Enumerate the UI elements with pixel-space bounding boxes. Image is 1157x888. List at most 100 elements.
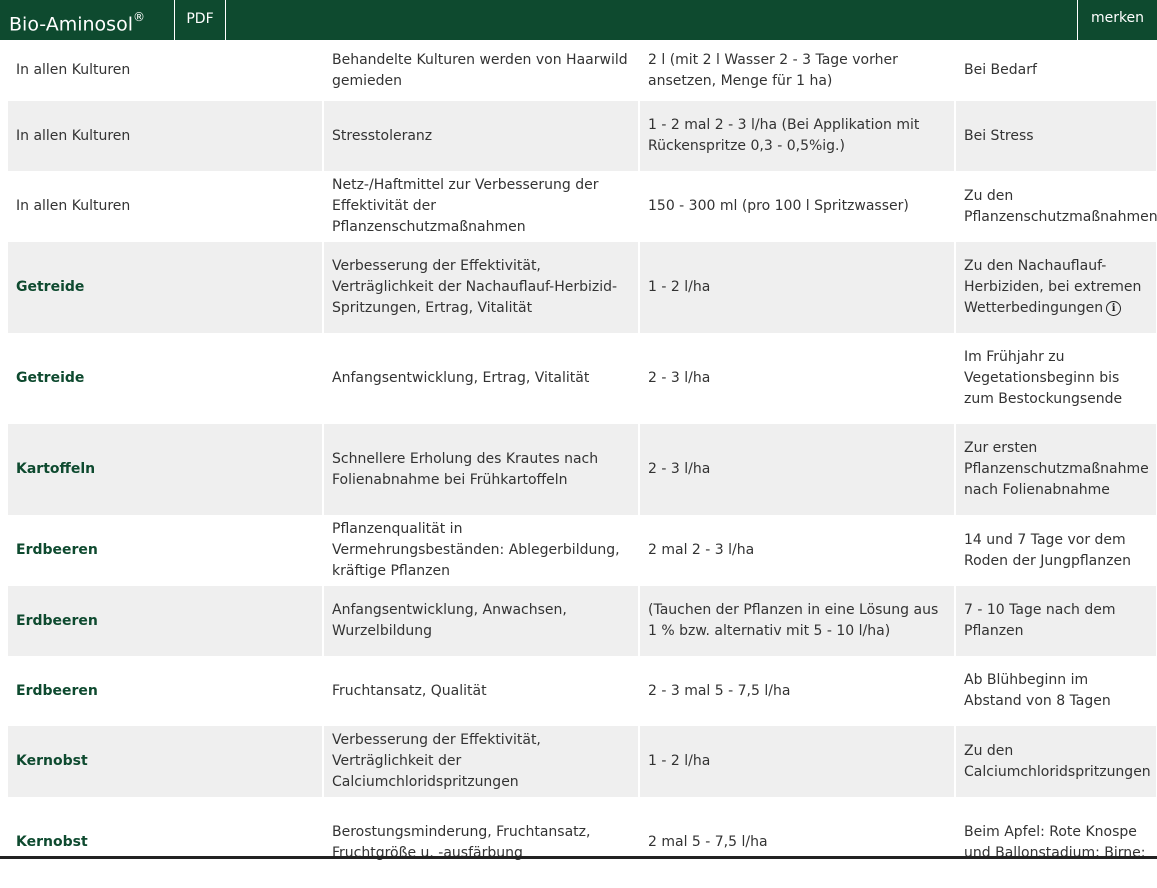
application-table-body: In allen Kulturen Behandelte Kulturen wer… — [8, 40, 1157, 888]
crop-cell: Erdbeeren — [8, 515, 322, 586]
timing-cell: Im Frühjahr zu Vegetationsbeginn bis zum… — [956, 333, 1156, 424]
crop-cell-text: Kernobst — [16, 753, 88, 769]
timing-cell: 14 und 7 Tage vor dem Roden der Jungpfla… — [956, 515, 1156, 586]
crop-cell-text: Kernobst — [16, 834, 88, 850]
merken-button[interactable]: merken — [1077, 0, 1157, 40]
timing-cell-text: Zu den Pflanzenschutzmaßnahmen — [964, 187, 1157, 225]
purpose-cell: Behandelte Kulturen werden von Haarwild … — [324, 40, 638, 101]
crop-cell-text: Erdbeeren — [16, 682, 98, 699]
purpose-cell: Netz-/Haftmittel zur Verbesserung der Ef… — [324, 171, 638, 242]
purpose-cell-text: Behandelte Kulturen werden von Haarwild … — [332, 51, 628, 89]
purpose-cell: Verbesserung der Effektivität, Verträgli… — [324, 242, 638, 333]
timing-cell: Bei Stress — [956, 101, 1156, 171]
dose-cell: 2 mal 5 - 7,5 l/ha — [640, 797, 954, 888]
table-row: Kartoffeln Schnellere Erholung des Kraute… — [8, 424, 1156, 515]
crop-cell: Kernobst — [8, 797, 322, 888]
purpose-cell-text: Fruchtansatz, Qualität — [332, 682, 487, 699]
crop-cell: Kartoffeln — [8, 424, 322, 515]
timing-cell-text: Zu den Calciumchloridspritzungen — [964, 742, 1151, 780]
crop-cell-text: Kartoffeln — [16, 461, 96, 477]
timing-cell-text: Bei Bedarf — [964, 62, 1037, 78]
timing-cell: Zur ersten Pflanzenschutzmaßnahme nach F… — [956, 424, 1156, 515]
top-bar: Bio-Aminosol® PDF merken — [0, 0, 1157, 40]
purpose-cell-text: Verbesserung der Effektivität, Verträgli… — [332, 732, 541, 790]
crop-cell: Erdbeeren — [8, 656, 322, 726]
table-row: Erdbeeren Pflanzenqualität in Vermehrungs… — [8, 515, 1156, 586]
crop-cell: In allen Kulturen — [8, 40, 322, 101]
dose-cell-text: 2 - 3 mal 5 - 7,5 l/ha — [648, 682, 791, 699]
dose-cell-text: 1 - 2 mal 2 - 3 l/ha (Bei Applikation mi… — [648, 117, 920, 154]
purpose-cell: Stresstoleranz — [324, 101, 638, 171]
purpose-cell-text: Schnellere Erholung des Krautes nach Fol… — [332, 450, 599, 488]
crop-cell: In allen Kulturen — [8, 101, 322, 171]
dose-cell-text: 1 - 2 l/ha — [648, 753, 711, 769]
purpose-cell: Pflanzenqualität in Vermehrungsbeständen… — [324, 515, 638, 586]
dose-cell-text: 2 - 3 l/ha — [648, 370, 711, 386]
purpose-cell-text: Berostungsminderung, Fruchtansatz, Fruch… — [332, 823, 591, 861]
timing-cell: Ab Blühbeginn im Abstand von 8 Tagen — [956, 656, 1156, 726]
purpose-cell: Fruchtansatz, Qualität — [324, 656, 638, 726]
table-row: In allen Kulturen Behandelte Kulturen wer… — [8, 40, 1156, 101]
timing-cell-text: Zur ersten Pflanzenschutzmaßnahme nach F… — [964, 440, 1149, 498]
dose-cell-text: 150 - 300 ml (pro 100 l Spritzwasser) — [648, 198, 909, 214]
table-row: Kernobst Verbesserung der Effektivität, V… — [8, 726, 1156, 797]
table-row: In allen Kulturen Stresstoleranz 1 - 2 mal… — [8, 101, 1156, 171]
purpose-cell-text: Verbesserung der Effektivität, Verträgli… — [332, 258, 618, 316]
dose-cell-text: 2 - 3 l/ha — [648, 461, 711, 477]
purpose-cell: Verbesserung der Effektivität, Verträgli… — [324, 726, 638, 797]
purpose-cell: Berostungsminderung, Fruchtansatz, Fruch… — [324, 797, 638, 888]
crop-cell: Getreide — [8, 333, 322, 424]
application-table: In allen Kulturen Behandelte Kulturen wer… — [6, 40, 1157, 888]
dose-cell-text: 1 - 2 l/ha — [648, 279, 711, 295]
pdf-button[interactable]: PDF — [175, 0, 226, 40]
purpose-cell: Anfangsentwicklung, Anwachsen, Wurzelbil… — [324, 586, 638, 656]
crop-cell: Getreide — [8, 242, 322, 333]
crop-cell-text: In allen Kulturen — [16, 198, 131, 214]
table-row: Erdbeeren Fruchtansatz, Qualität 2 - 3 mal… — [8, 656, 1156, 726]
dose-cell: 2 - 3 l/ha — [640, 333, 954, 424]
product-title-text: Bio-Aminosol — [9, 13, 133, 36]
product-title: Bio-Aminosol® — [0, 0, 175, 40]
dose-cell: 1 - 2 mal 2 - 3 l/ha (Bei Applikation mi… — [640, 101, 954, 171]
crop-cell: Kernobst — [8, 726, 322, 797]
dose-cell: 1 - 2 l/ha — [640, 242, 954, 333]
crop-cell-text: In allen Kulturen — [16, 127, 131, 144]
purpose-cell: Schnellere Erholung des Krautes nach Fol… — [324, 424, 638, 515]
dose-cell: 1 - 2 l/ha — [640, 726, 954, 797]
info-icon[interactable]: i — [1106, 300, 1122, 316]
timing-cell-text: Ab Blühbeginn im Abstand von 8 Tagen — [964, 672, 1111, 709]
timing-cell-text: Beim Apfel: Rote Knospe und Ballonstadiu… — [964, 823, 1146, 861]
timing-cell: Zu den Calciumchloridspritzungen — [956, 726, 1156, 797]
dose-cell: 2 mal 2 - 3 l/ha — [640, 515, 954, 586]
dose-cell: 150 - 300 ml (pro 100 l Spritzwasser) — [640, 171, 954, 242]
dose-cell: 2 l (mit 2 l Wasser 2 - 3 Tage vorher an… — [640, 40, 954, 101]
timing-cell-text: Bei Stress — [964, 127, 1034, 144]
purpose-cell-text: Stresstoleranz — [332, 127, 433, 144]
dose-cell: 2 - 3 l/ha — [640, 424, 954, 515]
crop-cell-text: Erdbeeren — [16, 542, 98, 558]
timing-cell-text: Im Frühjahr zu Vegetationsbeginn bis zum… — [964, 349, 1123, 407]
purpose-cell-text: Anfangsentwicklung, Anwachsen, Wurzelbil… — [332, 602, 567, 639]
timing-cell: Zu den Nachauflauf-Herbiziden, bei extre… — [956, 242, 1156, 333]
table-row: Erdbeeren Anfangsentwicklung, Anwachsen, … — [8, 586, 1156, 656]
timing-cell-text: 14 und 7 Tage vor dem Roden der Jungpfla… — [964, 531, 1131, 569]
table-row: Getreide Anfangsentwicklung, Ertrag, Vita… — [8, 333, 1156, 424]
timing-cell: Zu den Pflanzenschutzmaßnahmen — [956, 171, 1157, 242]
registered-mark: ® — [132, 10, 145, 24]
table-row: Getreide Verbesserung der Effektivität, V… — [8, 242, 1156, 333]
table-row: In allen Kulturen Netz-/Haftmittel zur Ve… — [8, 171, 1157, 242]
crop-cell-text: Getreide — [16, 279, 85, 295]
table-row: Kernobst Berostungsminderung, Fruchtansat… — [8, 797, 1156, 888]
timing-cell-text: 7 - 10 Tage nach dem Pflanzen — [964, 602, 1116, 639]
dose-cell-text: 2 mal 5 - 7,5 l/ha — [648, 834, 768, 850]
crop-cell: Erdbeeren — [8, 586, 322, 656]
dose-cell: (Tauchen der Pflanzen in eine Lösung aus… — [640, 586, 954, 656]
crop-cell: In allen Kulturen — [8, 171, 322, 242]
dose-cell-text: (Tauchen der Pflanzen in eine Lösung aus… — [648, 602, 939, 639]
purpose-cell-text: Netz-/Haftmittel zur Verbesserung der Ef… — [332, 177, 599, 235]
purpose-cell: Anfangsentwicklung, Ertrag, Vitalität — [324, 333, 638, 424]
dose-cell-text: 2 l (mit 2 l Wasser 2 - 3 Tage vorher an… — [648, 51, 898, 89]
timing-cell: Bei Bedarf — [956, 40, 1156, 101]
crop-cell-text: Erdbeeren — [16, 612, 98, 629]
timing-cell: 7 - 10 Tage nach dem Pflanzen — [956, 586, 1156, 656]
